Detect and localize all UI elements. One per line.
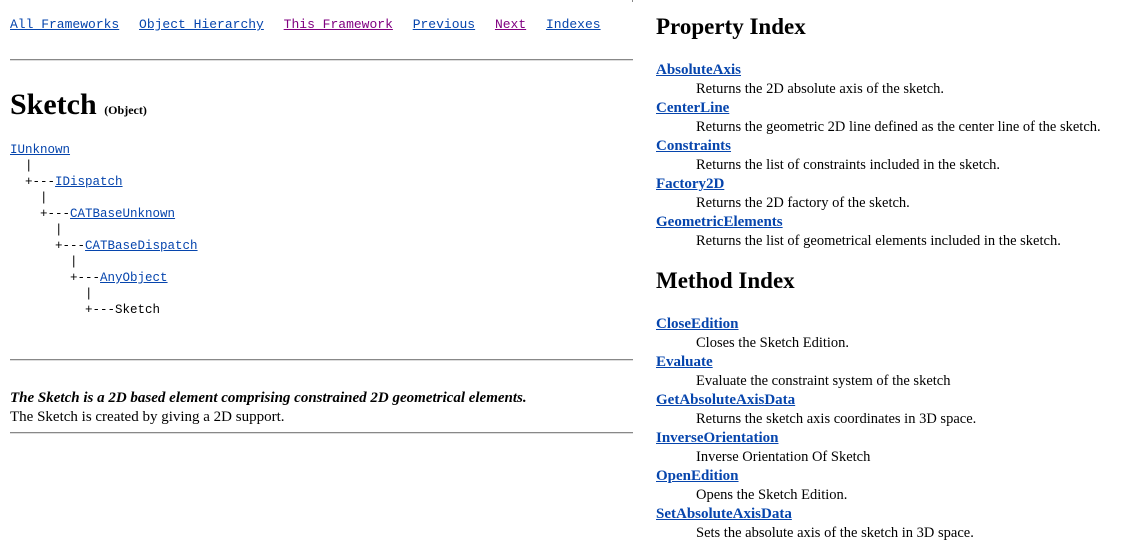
nav-all-frameworks-link[interactable]: All Frameworks — [10, 17, 119, 32]
property-link-factory2d[interactable]: Factory2D — [656, 175, 1101, 193]
hierarchy-link-catbasedispatch[interactable]: CATBaseDispatch — [85, 239, 198, 253]
inheritance-tree: IUnknown | +---IDispatch | +---CATBaseUn… — [10, 143, 198, 317]
description-lead: The Sketch is a 2D based element compris… — [10, 390, 527, 406]
nav-this-framework-link[interactable]: This Framework — [284, 17, 393, 32]
method-link-setabsoluteaxisdata[interactable]: SetAbsoluteAxisData — [656, 505, 976, 523]
method-entry: OpenEdition Opens the Sketch Edition. — [656, 467, 976, 505]
separator-middle — [10, 359, 633, 361]
hierarchy-link-catbaseunknown[interactable]: CATBaseUnknown — [70, 207, 175, 221]
property-link-absoluteaxis[interactable]: AbsoluteAxis — [656, 61, 1101, 79]
method-entry: GetAbsoluteAxisData Returns the sketch a… — [656, 391, 976, 429]
description-body: The Sketch is created by giving a 2D sup… — [10, 409, 285, 425]
method-description: Inverse Orientation Of Sketch — [696, 449, 871, 465]
method-description: Sets the absolute axis of the sketch in … — [696, 525, 974, 541]
property-link-geometricelements[interactable]: GeometricElements — [656, 213, 1101, 231]
separator-top — [10, 59, 633, 61]
object-description: The Sketch is a 2D based element compris… — [10, 389, 527, 427]
method-link-evaluate[interactable]: Evaluate — [656, 353, 976, 371]
property-link-centerline[interactable]: CenterLine — [656, 99, 1101, 117]
page-title: Sketch (Object) — [10, 88, 147, 122]
method-index-title: Method Index — [656, 268, 795, 293]
method-description: Closes the Sketch Edition. — [696, 335, 850, 351]
nav-next-link[interactable]: Next — [495, 17, 526, 32]
property-entry: GeometricElements Returns the list of ge… — [656, 213, 1101, 251]
method-link-getabsoluteaxisdata[interactable]: GetAbsoluteAxisData — [656, 391, 976, 409]
method-link-closeedition[interactable]: CloseEdition — [656, 315, 976, 333]
property-description: Returns the list of constraints included… — [696, 157, 1001, 173]
method-link-inverseorientation[interactable]: InverseOrientation — [656, 429, 976, 447]
method-description: Evaluate the constraint system of the sk… — [696, 373, 951, 389]
property-index-title: Property Index — [656, 14, 806, 39]
hierarchy-current: Sketch — [115, 303, 161, 317]
hierarchy-link-anyobject[interactable]: AnyObject — [100, 271, 168, 285]
property-description: Returns the geometric 2D line defined as… — [696, 119, 1101, 135]
method-entry: CloseEdition Closes the Sketch Edition. — [656, 315, 976, 353]
method-link-openedition[interactable]: OpenEdition — [656, 467, 976, 485]
method-entry: InverseOrientation Inverse Orientation O… — [656, 429, 976, 467]
hierarchy-link-idispatch[interactable]: IDispatch — [55, 175, 123, 189]
property-entry: AbsoluteAxis Returns the 2D absolute axi… — [656, 61, 1101, 99]
nav-previous-link[interactable]: Previous — [413, 17, 475, 32]
method-index-list: CloseEdition Closes the Sketch Edition. … — [656, 315, 976, 543]
method-entry: Evaluate Evaluate the constraint system … — [656, 353, 976, 391]
hierarchy-link-iunknown[interactable]: IUnknown — [10, 143, 70, 157]
property-description: Returns the list of geometrical elements… — [696, 233, 1061, 249]
nav-object-hierarchy-link[interactable]: Object Hierarchy — [139, 17, 264, 32]
method-entry: SetAbsoluteAxisData Sets the absolute ax… — [656, 505, 976, 543]
object-name: Sketch — [10, 88, 97, 121]
property-link-constraints[interactable]: Constraints — [656, 137, 1101, 155]
nav-indexes-link[interactable]: Indexes — [546, 17, 601, 32]
separator-bottom — [10, 432, 633, 434]
method-description: Opens the Sketch Edition. — [696, 487, 848, 503]
property-index-list: AbsoluteAxis Returns the 2D absolute axi… — [656, 61, 1101, 251]
index-frame: Property Index AbsoluteAxis Returns the … — [633, 0, 1132, 558]
nav-bar: All Frameworks Object Hierarchy This Fra… — [10, 17, 613, 32]
property-description: Returns the 2D factory of the sketch. — [696, 195, 910, 211]
property-entry: Factory2D Returns the 2D factory of the … — [656, 175, 1101, 213]
property-description: Returns the 2D absolute axis of the sket… — [696, 81, 945, 97]
content-frame: All Frameworks Object Hierarchy This Fra… — [0, 0, 633, 558]
method-description: Returns the sketch axis coordinates in 3… — [696, 411, 977, 427]
property-entry: Constraints Returns the list of constrai… — [656, 137, 1101, 175]
property-entry: CenterLine Returns the geometric 2D line… — [656, 99, 1101, 137]
object-kind: (Object) — [104, 103, 147, 117]
